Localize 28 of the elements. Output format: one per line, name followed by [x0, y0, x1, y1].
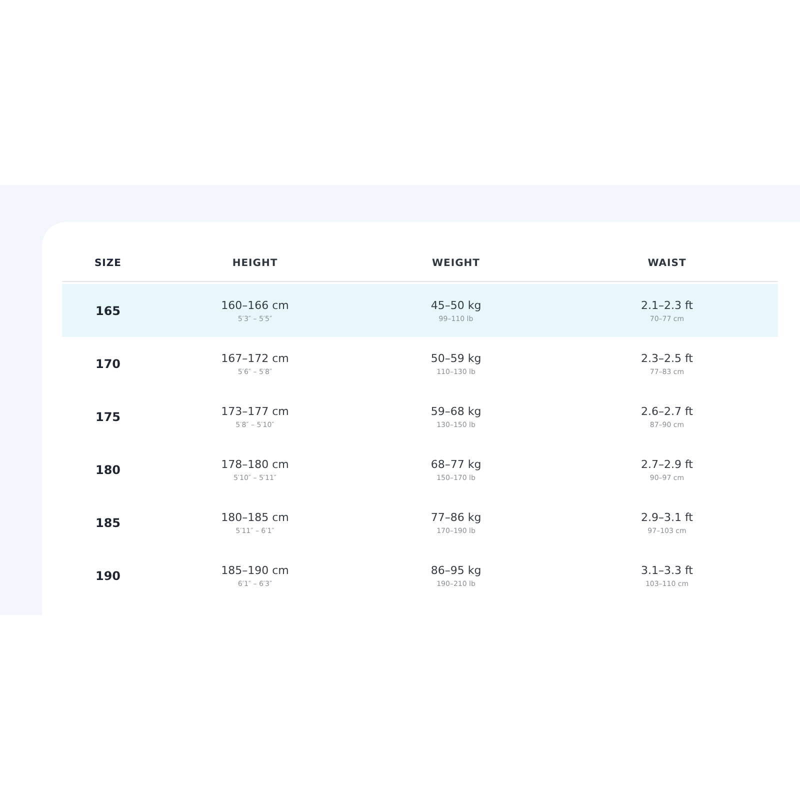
waist-value: 2.1–2.3 ft: [641, 298, 693, 312]
size-cell-text: 185: [94, 516, 122, 530]
height-value: 173–177 cm: [221, 404, 289, 418]
column-header: WEIGHT: [431, 258, 481, 269]
weight-value: 86–95 kg: [430, 564, 482, 576]
weight-value: 68–77 kg: [430, 458, 482, 470]
waist-value: 2.7–2.9 ft: [641, 458, 693, 470]
height-value: 185–190 cm: [221, 564, 289, 576]
waist-value: 2.6–2.7 ft: [641, 404, 693, 418]
weight-value: 59–68 kg: [430, 404, 482, 418]
column-header: HEIGHT: [231, 258, 279, 269]
weight-value: 77–86 kg: [430, 510, 482, 524]
waist-value: 2.3–2.5 ft: [641, 352, 693, 364]
weight-value: 50–59 kg: [430, 352, 482, 364]
waist-value: 3.1–3.3 ft: [641, 564, 693, 576]
column-header: WAIST: [646, 258, 688, 269]
weight-value: 45–50 kg: [430, 298, 482, 312]
size-cell-text: 170: [94, 356, 122, 370]
height-value: 180–185 cm: [221, 510, 289, 524]
size-cell-text: 180: [94, 462, 122, 476]
column-header: SIZE: [93, 258, 122, 269]
size-cell-text: 190: [94, 568, 122, 582]
height-value: 160–166 cm: [221, 298, 289, 312]
height-value: 178–180 cm: [221, 458, 289, 470]
size-cell-text: 175: [94, 410, 122, 424]
waist-value: 2.9–3.1 ft: [641, 510, 693, 524]
size-cell-text: 165: [94, 304, 122, 318]
height-value: 167–172 cm: [221, 352, 289, 364]
